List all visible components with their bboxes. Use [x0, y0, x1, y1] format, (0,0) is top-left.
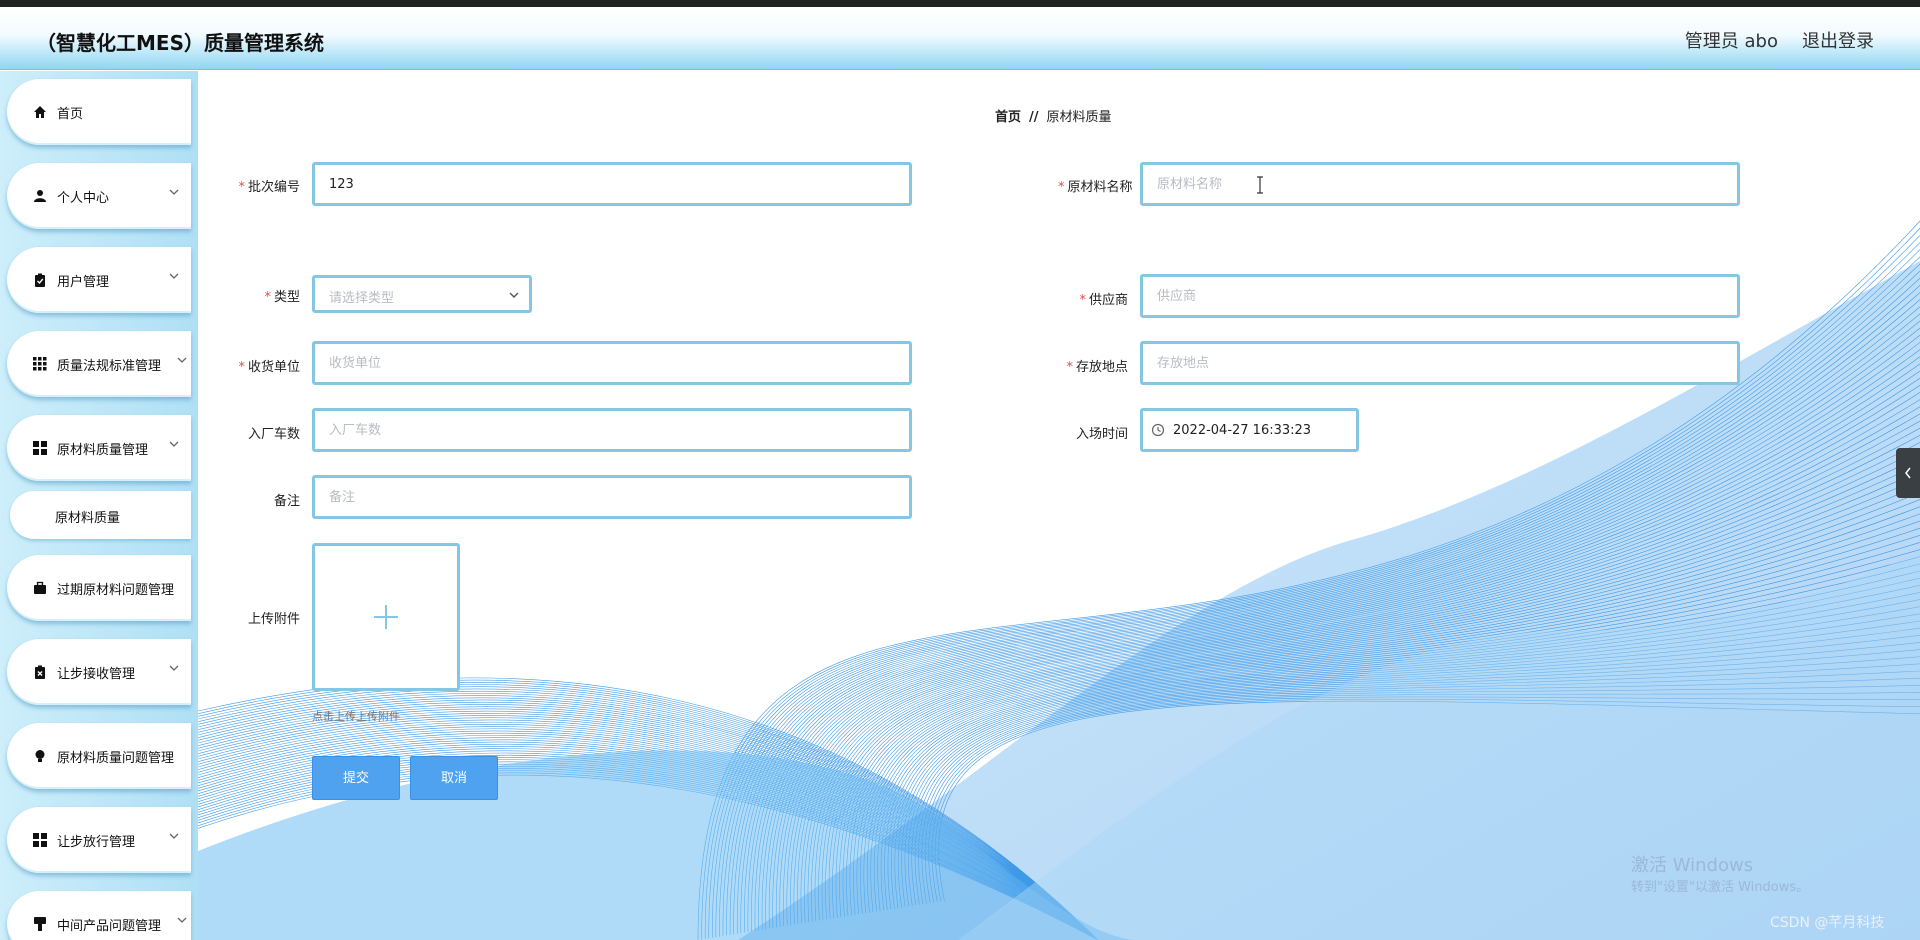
sidebar-item-material-quality-issues[interactable]: 原材料质量问题管理 — [7, 723, 191, 789]
attachment-label: 上传附件 — [247, 612, 300, 627]
home-icon — [34, 106, 46, 118]
sidebar-item-label: 个人中心 — [57, 191, 110, 206]
type-label: * 类型 — [264, 290, 300, 305]
sidebar-item-label: 让步放行管理 — [57, 835, 136, 850]
chevron-down-icon — [169, 833, 179, 839]
app-header: （智慧化工MES）质量管理系统 管理员 abo 退出登录 — [0, 7, 1920, 70]
sidebar-item-label: 中间产品问题管理 — [57, 919, 162, 934]
dashboard-icon — [33, 441, 47, 455]
remark-label: 备注 — [273, 494, 300, 509]
receiving-unit-input[interactable] — [312, 341, 912, 385]
entry-time-label: 入场时间 — [1075, 427, 1128, 442]
windows-activation-title: 激活 Windows — [1631, 855, 1754, 876]
logout-link[interactable]: 退出登录 — [1802, 27, 1874, 53]
clipboard-x-icon — [35, 665, 45, 679]
type-select-placeholder: 请选择类型 — [329, 291, 395, 306]
sidebar-item-label: 让步接收管理 — [57, 667, 136, 682]
sidebar-item-label: 原材料质量问题管理 — [57, 751, 175, 766]
csdn-watermark: CSDN @芊月科技 — [1770, 915, 1885, 931]
sidebar-item-label: 质量法规标准管理 — [57, 359, 162, 374]
breadcrumb-current: 原材料质量 — [1046, 110, 1112, 125]
sidebar-subitem-raw-material-quality[interactable]: 原材料质量 — [10, 491, 191, 539]
entry-time-picker[interactable]: 2022-04-27 16:33:23 — [1140, 408, 1359, 452]
dashboard-icon — [33, 833, 47, 847]
breadcrumb: 首页 // 原材料质量 — [995, 106, 1112, 125]
material-name-input[interactable] — [1140, 162, 1740, 206]
sidebar-item-label: 用户管理 — [57, 275, 110, 290]
chevron-down-icon — [177, 357, 187, 363]
clock-icon — [1151, 423, 1165, 437]
chevron-down-icon — [509, 292, 519, 298]
cancel-button[interactable]: 取消 — [410, 756, 498, 800]
plus-icon — [374, 605, 398, 629]
sidebar: 首页 个人中心 用户管理 质量法规标准管理 原材料质量管理 原材料质量 过期原材… — [0, 71, 198, 940]
vehicle-count-label: 入厂车数 — [247, 427, 300, 442]
submit-button[interactable]: 提交 — [312, 756, 400, 800]
app-title: （智慧化工MES）质量管理系统 — [36, 31, 324, 55]
breadcrumb-home[interactable]: 首页 — [995, 110, 1021, 125]
sidebar-item-raw-material-quality[interactable]: 原材料质量管理 — [7, 415, 191, 481]
clipboard-check-icon — [35, 273, 45, 287]
chevron-down-icon — [169, 441, 179, 447]
user-icon — [34, 190, 46, 202]
attachment-upload[interactable] — [312, 543, 460, 691]
supplier-input[interactable] — [1140, 274, 1740, 318]
type-select[interactable]: 请选择类型 — [312, 275, 532, 313]
entry-time-value: 2022-04-27 16:33:23 — [1173, 423, 1312, 438]
windows-activation-hint: 转到"设置"以激活 Windows。 — [1631, 880, 1810, 895]
chevron-down-icon — [169, 189, 179, 195]
sidebar-item-label: 原材料质量管理 — [57, 443, 149, 458]
batch-no-label: * 批次编号 — [238, 180, 300, 195]
storage-location-label: * 存放地点 — [1066, 360, 1128, 375]
text-cursor-icon — [1257, 176, 1263, 194]
storage-location-input[interactable] — [1140, 341, 1740, 385]
chevron-left-icon — [1905, 467, 1911, 479]
grid-icon — [33, 357, 47, 371]
attachment-hint: 点击上传上传附件 — [312, 710, 400, 723]
supplier-label: * 供应商 — [1079, 293, 1128, 308]
vehicle-count-input[interactable] — [312, 408, 912, 452]
material-name-label: * 原材料名称 — [1058, 180, 1133, 195]
sidebar-item-home[interactable]: 首页 — [7, 79, 191, 145]
bulb-icon — [35, 750, 45, 762]
briefcase-icon — [34, 581, 46, 594]
breadcrumb-separator: // — [1029, 110, 1039, 125]
sidebar-item-quality-regulations[interactable]: 质量法规标准管理 — [7, 331, 191, 397]
side-panel-toggle[interactable] — [1896, 448, 1920, 498]
top-border — [0, 0, 1920, 7]
sidebar-subitem-label: 原材料质量 — [55, 511, 121, 526]
sidebar-item-intermediate-product-issues[interactable]: 中间产品问题管理 — [7, 891, 191, 940]
sidebar-item-concession-release[interactable]: 让步放行管理 — [7, 807, 191, 873]
sidebar-item-label: 首页 — [57, 107, 84, 122]
sidebar-item-expired-materials[interactable]: 过期原材料问题管理 — [7, 555, 191, 621]
chevron-down-icon — [169, 273, 179, 279]
brush-icon — [34, 917, 46, 931]
sidebar-item-label: 过期原材料问题管理 — [57, 583, 175, 598]
remark-input[interactable] — [312, 475, 912, 519]
receiving-unit-label: * 收货单位 — [238, 360, 300, 375]
batch-no-input[interactable] — [312, 162, 912, 206]
sidebar-item-concession-receipt[interactable]: 让步接收管理 — [7, 639, 191, 705]
chevron-down-icon — [177, 917, 187, 923]
admin-user-label: 管理员 abo — [1684, 31, 1778, 52]
sidebar-item-user-management[interactable]: 用户管理 — [7, 247, 191, 313]
chevron-down-icon — [169, 665, 179, 671]
sidebar-item-personal-center[interactable]: 个人中心 — [7, 163, 191, 229]
